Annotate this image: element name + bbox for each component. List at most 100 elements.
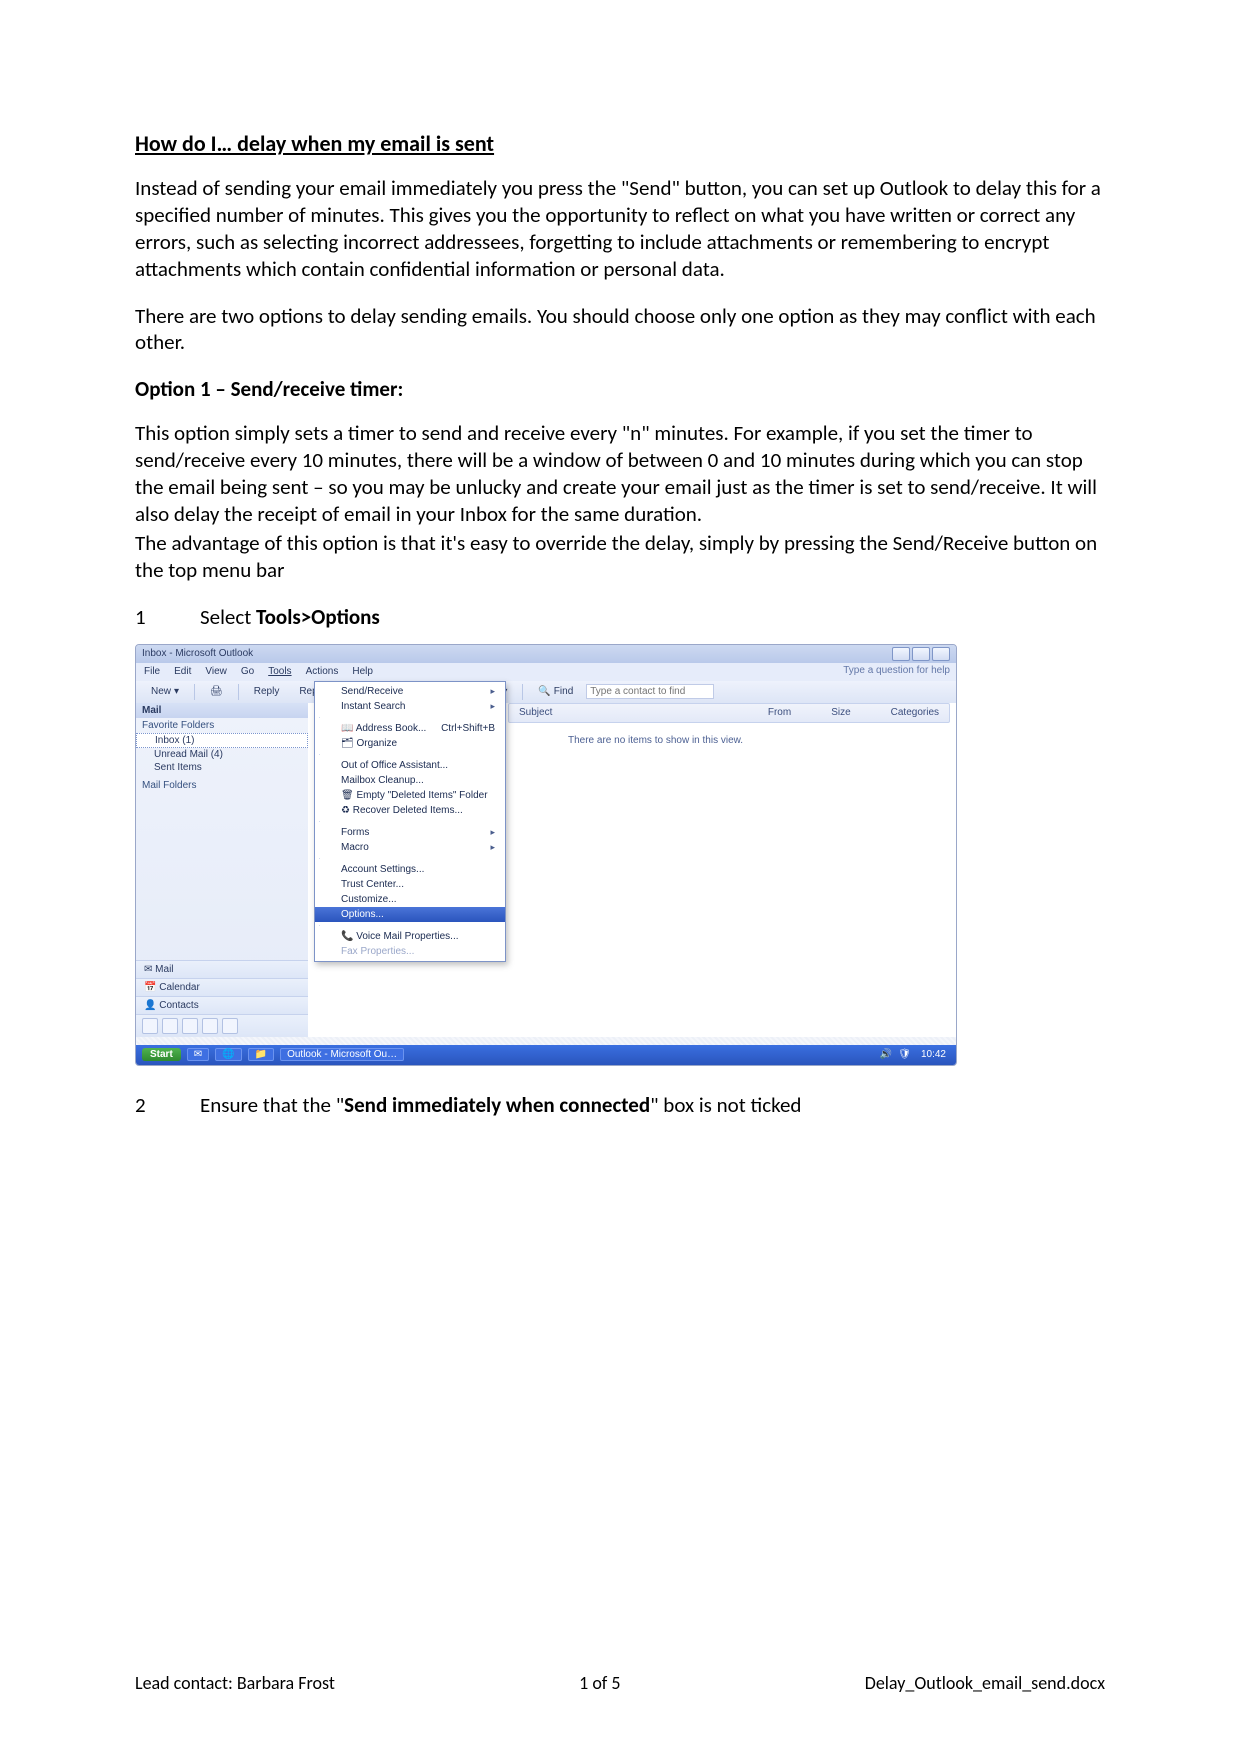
maximize-button[interactable] <box>912 647 930 661</box>
new-button[interactable]: New ▾ <box>144 684 186 699</box>
window-title: Inbox - Microsoft Outlook <box>142 648 253 659</box>
menu-help[interactable]: Help <box>352 666 373 677</box>
toolbar-separator <box>194 684 195 700</box>
step-text-bold: Tools>Options <box>256 604 380 630</box>
tools-menu: Send/Receive Instant Search 📖 Address Bo… <box>314 681 506 962</box>
find-button[interactable]: 🔍 Find <box>531 684 580 699</box>
menu-item-empty-deleted[interactable]: 🗑 Empty "Deleted Items" Folder <box>315 788 505 803</box>
step-number: 2 <box>135 1092 200 1118</box>
footer-filename: Delay_Outlook_email_send.docx <box>865 1672 1105 1694</box>
menu-item-forms[interactable]: Forms <box>315 825 505 840</box>
menu-item-out-of-office[interactable]: Out of Office Assistant... <box>315 758 505 773</box>
step-text-bold: Send immediately when connected <box>344 1092 650 1118</box>
nav-button-mail[interactable]: ✉ Mail <box>136 960 308 978</box>
folder-list-icon[interactable] <box>182 1018 198 1034</box>
menu-tools[interactable]: Tools <box>268 666 291 677</box>
column-headers: Subject From Size Categories <box>508 703 950 723</box>
menu-item-macro[interactable]: Macro <box>315 840 505 855</box>
nav-header-mail: Mail <box>136 703 308 718</box>
step-text-prefix: Select <box>200 604 256 630</box>
menu-go[interactable]: Go <box>241 666 254 677</box>
footer-lead-contact: Lead contact: Barbara Frost <box>135 1672 335 1694</box>
outlook-screenshot: Inbox - Microsoft Outlook File Edit View… <box>135 644 957 1066</box>
window-buttons <box>892 647 950 661</box>
menu-item-options[interactable]: Options... <box>315 907 505 922</box>
col-categories[interactable]: Categories <box>891 707 939 718</box>
menu-separator <box>319 821 320 822</box>
empty-view-message: There are no items to show in this view. <box>568 735 743 746</box>
quick-launch-icon[interactable]: ✉ <box>187 1048 209 1061</box>
step-number: 1 <box>135 604 200 630</box>
print-icon[interactable]: 🖨 <box>203 684 230 699</box>
nav-button-contacts[interactable]: 👤 Contacts <box>136 996 308 1014</box>
page-title: How do I… delay when my email is sent <box>135 130 1105 157</box>
window-titlebar: Inbox - Microsoft Outlook <box>136 645 956 664</box>
menu-item-fax-props: Fax Properties... <box>315 944 505 959</box>
menu-item-address-book[interactable]: 📖 Address Book...Ctrl+Shift+B <box>315 721 505 736</box>
menu-item-instant-search[interactable]: Instant Search <box>315 699 505 714</box>
nav-favorite-folders: Favorite Folders <box>136 718 308 733</box>
tray-icon[interactable]: 🛡 <box>898 1049 911 1060</box>
toolbar-separator <box>522 684 523 700</box>
page-footer: Lead contact: Barbara Frost 1 of 5 Delay… <box>135 1672 1105 1694</box>
navigation-pane: Mail Favorite Folders Inbox (1) Unread M… <box>136 703 309 1037</box>
option1-paragraph-1: This option simply sets a timer to send … <box>135 420 1105 528</box>
reply-button[interactable]: Reply <box>247 684 287 699</box>
menu-item-trust-center[interactable]: Trust Center... <box>315 877 505 892</box>
step-text-prefix: Ensure that the " <box>200 1092 344 1118</box>
tray-icon[interactable]: 🔊 <box>880 1049 892 1060</box>
configure-icon[interactable] <box>222 1018 238 1034</box>
step-text-suffix: " box is not ticked <box>650 1092 801 1118</box>
menu-separator <box>319 858 320 859</box>
intro-paragraph-2: There are two options to delay sending e… <box>135 303 1105 357</box>
quick-launch-icon[interactable]: 📁 <box>248 1048 274 1061</box>
notes-icon[interactable] <box>162 1018 178 1034</box>
col-size[interactable]: Size <box>831 707 850 718</box>
menu-separator <box>319 925 320 926</box>
menu-item-mailbox-cleanup[interactable]: Mailbox Cleanup... <box>315 773 505 788</box>
step-text: Ensure that the "Send immediately when c… <box>200 1092 1105 1118</box>
menu-file[interactable]: File <box>144 666 160 677</box>
toolbar-separator <box>238 684 239 700</box>
menu-item-account-settings[interactable]: Account Settings... <box>315 862 505 877</box>
help-hint[interactable]: Type a question for help <box>843 665 950 676</box>
nav-mail-folders: Mail Folders <box>136 778 308 793</box>
option1-paragraph-2: The advantage of this option is that it'… <box>135 530 1105 584</box>
step-1: 1 Select Tools>Options <box>135 604 1105 630</box>
nav-item-unread[interactable]: Unread Mail (4) <box>136 748 308 761</box>
minimize-button[interactable] <box>892 647 910 661</box>
step-text: Select Tools>Options <box>200 604 1105 630</box>
close-button[interactable] <box>932 647 950 661</box>
nav-button-calendar[interactable]: 📅 Calendar <box>136 978 308 996</box>
nav-mini-icons <box>136 1014 308 1037</box>
menu-item-organize[interactable]: 🗂 Organize <box>315 736 505 751</box>
menu-item-customize[interactable]: Customize... <box>315 892 505 907</box>
tasks-icon[interactable] <box>142 1018 158 1034</box>
intro-paragraph-1: Instead of sending your email immediatel… <box>135 175 1105 283</box>
menu-item-recover-deleted[interactable]: ♻ Recover Deleted Items... <box>315 803 505 818</box>
menu-separator <box>319 717 320 718</box>
taskbar-app-outlook[interactable]: Outlook - Microsoft Ou… <box>280 1048 404 1061</box>
nav-item-sent[interactable]: Sent Items <box>136 761 308 774</box>
windows-taskbar: Start ✉ 🌐 📁 Outlook - Microsoft Ou… 🔊 🛡 … <box>136 1045 956 1065</box>
menu-item-voicemail-props[interactable]: 📞 Voice Mail Properties... <box>315 929 505 944</box>
tray-clock: 10:42 <box>917 1049 950 1060</box>
menu-view[interactable]: View <box>205 666 227 677</box>
col-from[interactable]: From <box>768 707 791 718</box>
nav-bottom: ✉ Mail 📅 Calendar 👤 Contacts <box>136 960 308 1037</box>
system-tray: 🔊 🛡 10:42 <box>880 1049 950 1060</box>
nav-item-inbox[interactable]: Inbox (1) <box>136 733 308 748</box>
step-2: 2 Ensure that the "Send immediately when… <box>135 1092 1105 1118</box>
menu-bar: File Edit View Go Tools Actions Help <box>136 663 956 682</box>
menu-separator <box>319 754 320 755</box>
contact-find-input[interactable] <box>586 684 714 699</box>
quick-launch-icon[interactable]: 🌐 <box>215 1048 241 1061</box>
menu-edit[interactable]: Edit <box>174 666 191 677</box>
shortcuts-icon[interactable] <box>202 1018 218 1034</box>
menu-item-send-receive[interactable]: Send/Receive <box>315 684 505 699</box>
menu-actions[interactable]: Actions <box>306 666 339 677</box>
col-subject[interactable]: Subject <box>519 707 552 718</box>
start-button[interactable]: Start <box>142 1048 181 1061</box>
toolbar: New ▾ 🖨 Reply Reply to All Forward Send/… <box>136 681 956 704</box>
option1-heading: Option 1 – Send/receive timer: <box>135 376 1105 402</box>
